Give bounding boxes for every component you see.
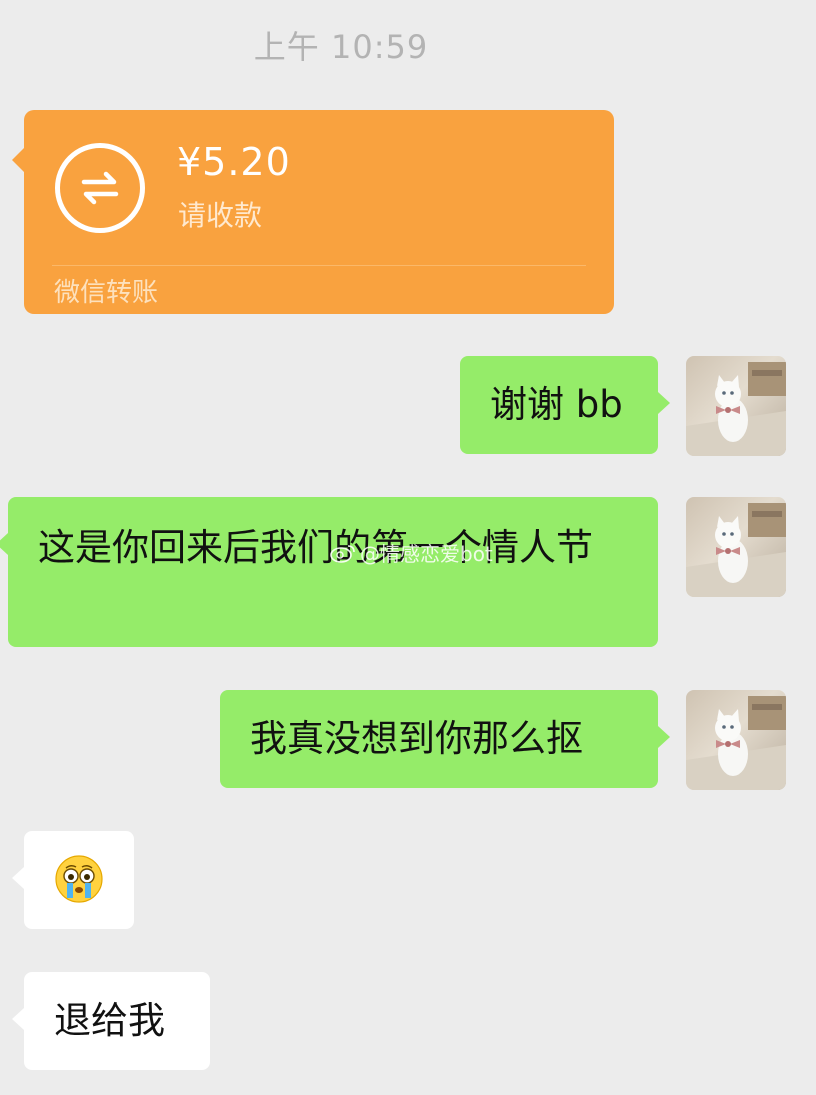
wechat-transfer-card[interactable]: ¥5.20 请收款 微信转账	[12, 110, 614, 314]
watermark-text: @情感恋爱bot	[360, 542, 493, 566]
transfer-amount: ¥5.20	[177, 140, 291, 184]
self-avatar[interactable]	[686, 356, 786, 456]
message-bubble-received[interactable]	[12, 831, 134, 929]
transfer-status: 请收款	[178, 199, 263, 232]
message-text: 这是你回来后我们的第一个情人节	[38, 526, 593, 569]
crying-face-emoji-icon	[55, 855, 103, 903]
white-cat-avatar-icon	[686, 696, 786, 790]
message-text: 谢谢 bb	[490, 383, 623, 426]
white-cat-avatar-icon	[686, 362, 786, 456]
transfer-arrows-icon	[55, 143, 145, 233]
message-bubble-received[interactable]: 退给我	[12, 972, 210, 1070]
transfer-footer-label: 微信转账	[54, 278, 159, 308]
self-avatar[interactable]	[686, 690, 786, 790]
message-text: 退给我	[54, 999, 165, 1042]
message-text: 我真没想到你那么抠	[250, 717, 583, 760]
white-cat-avatar-icon	[686, 503, 786, 597]
weibo-logo-icon	[330, 544, 355, 563]
weibo-watermark: @情感恋爱bot	[330, 538, 493, 567]
chat-timestamp: 上午 10:59	[253, 28, 429, 66]
transfer-divider	[52, 265, 586, 266]
message-bubble-sent[interactable]: 我真没想到你那么抠	[220, 690, 670, 788]
message-bubble-received[interactable]: 这是你回来后我们的第一个情人节	[0, 497, 658, 647]
message-bubble-sent[interactable]: 谢谢 bb	[460, 356, 670, 454]
self-avatar[interactable]	[686, 497, 786, 597]
